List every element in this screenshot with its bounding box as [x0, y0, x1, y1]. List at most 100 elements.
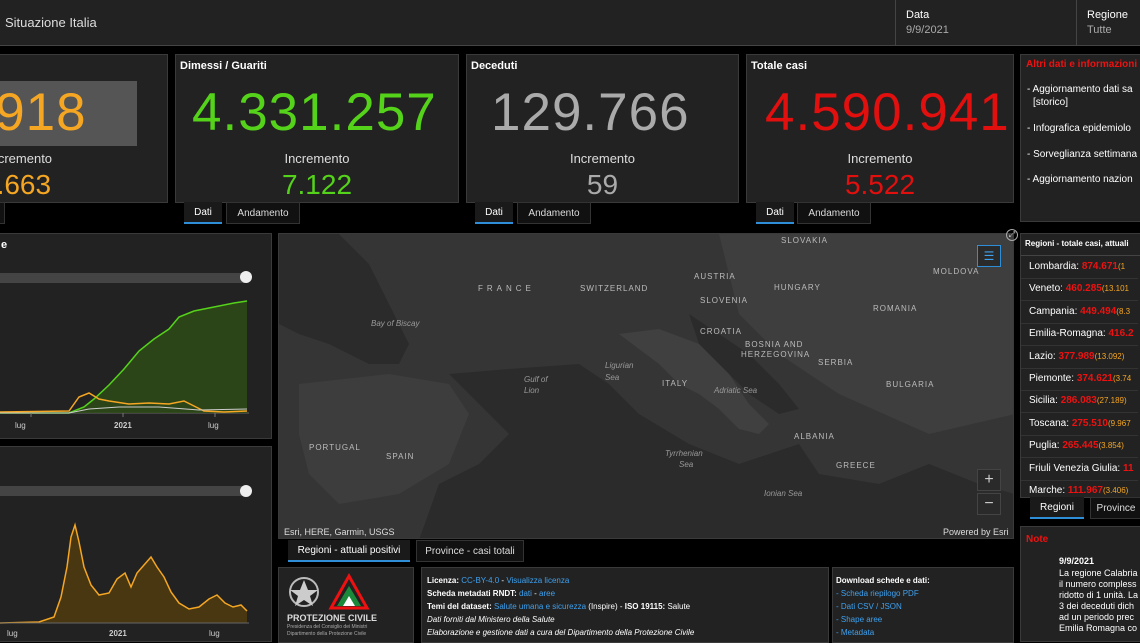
region-name: Lazio:	[1029, 350, 1056, 362]
region-name: Veneto:	[1029, 283, 1063, 295]
map-country-label: SWITZERLAND	[580, 284, 649, 293]
map-tab-province[interactable]: Province - casi totali	[416, 540, 524, 562]
note-date: 9/9/2021	[1059, 556, 1095, 566]
daily-chart	[0, 522, 249, 624]
region-row[interactable]: Piemonte: 374.621(3.74	[1021, 368, 1138, 391]
region-total: 416.2	[1108, 328, 1134, 340]
positivi-tab[interactable]	[0, 202, 5, 224]
totale-tab-dati[interactable]: Dati	[756, 202, 794, 224]
region-row[interactable]: Toscana: 275.510(9.967	[1021, 413, 1138, 436]
date-label: Data	[906, 9, 930, 21]
guariti-inc-value: 7.122	[281, 169, 353, 200]
region-row[interactable]: Campania: 449.494(8.3	[1021, 301, 1138, 324]
logo-sub-1: Presidenza del Consiglio dei Ministri	[287, 624, 368, 630]
download-pdf-link[interactable]: - Scheda riepilogo PDF	[836, 587, 919, 600]
map-country-label: FRANCE	[478, 284, 535, 293]
map-powered-by[interactable]: Powered by Esri	[943, 527, 1009, 537]
range-slider-handle[interactable]	[240, 485, 252, 497]
regions-tab-regioni[interactable]: Regioni	[1030, 497, 1084, 519]
regions-list-panel: Regioni - totale casi, attuali Lombardia…	[1020, 233, 1140, 498]
zoom-out-button[interactable]: −	[977, 493, 1001, 515]
download-shape-link[interactable]: - Shape aree	[836, 613, 882, 626]
region-row[interactable]: Emilia-Romagna: 416.2	[1021, 323, 1138, 347]
cc-license-link[interactable]: CC-BY-4.0	[461, 576, 499, 585]
card-guariti: Dimessi / Guariti 4.331.257 Incremento 7…	[175, 54, 459, 203]
deceduti-title: Deceduti	[471, 60, 518, 72]
altri-link-3[interactable]: - Sorveglianza settimana	[1027, 149, 1137, 160]
metadata-aree-link[interactable]: aree	[539, 589, 555, 598]
region-actual: (3.406)	[1102, 486, 1129, 495]
expand-icon[interactable]: ⤢	[1006, 229, 1018, 241]
license-panel: Licenza: CC-BY-4.0 - Visualizza licenza …	[421, 567, 829, 643]
regions-list-title: Regioni - totale casi, attuali	[1025, 239, 1129, 248]
altri-link-4[interactable]: - Aggiornamento nazion	[1027, 174, 1133, 185]
altri-link-2[interactable]: - Infografica epidemiolo	[1027, 123, 1131, 134]
region-total: 11	[1122, 462, 1134, 474]
card-positivi: 9.918 Incremento 1.663	[0, 54, 168, 203]
map-view[interactable]: SLOVAKIA MOLDOVA AUSTRIA HUNGARY FRANCE …	[278, 233, 1014, 539]
region-total: 874.671	[1081, 261, 1118, 272]
top-bar: Situazione Italia Data 9/9/2021 Regione …	[0, 0, 1140, 46]
region-total: 460.285	[1065, 283, 1102, 295]
map-country-label: HUNGARY	[774, 283, 821, 292]
regions-tab-province[interactable]: Province	[1090, 497, 1140, 519]
provider-line: Dati forniti dal Ministero della Salute	[427, 615, 555, 624]
region-row[interactable]: Friuli Venezia Giulia: 11	[1021, 458, 1138, 481]
date-value[interactable]: 9/9/2021	[906, 24, 949, 36]
guariti-tab-andamento[interactable]: Andamento	[226, 202, 300, 224]
positivi-inc-label: Incremento	[0, 151, 53, 166]
protezione-civile-logo-icon	[328, 572, 370, 610]
region-actual: (9.967	[1107, 418, 1131, 428]
metadata-dati-link[interactable]: dati	[519, 589, 532, 598]
logos-panel: PROTEZIONE CIVILE Presidenza del Consigl…	[278, 567, 414, 643]
region-row[interactable]: Sicilia: 286.083(27.189)	[1021, 390, 1138, 414]
license-line: Licenza: CC-BY-4.0 - Visualizza licenza	[427, 576, 570, 585]
x-tick-label: lug	[209, 629, 220, 638]
map-sea-label: Sea	[679, 460, 694, 469]
region-row[interactable]: Marche: 111.967(3.406)	[1021, 480, 1138, 497]
card-totale: Totale casi 4.590.941 Incremento 5.522	[746, 54, 1014, 203]
guariti-value: 4.331.257	[192, 83, 437, 142]
range-slider-handle[interactable]	[240, 271, 252, 283]
divider	[1076, 0, 1077, 46]
deceduti-tab-dati[interactable]: Dati	[475, 202, 513, 224]
guariti-title: Dimessi / Guariti	[180, 60, 267, 72]
region-row[interactable]: Lazio: 377.989(13.092)	[1021, 346, 1138, 369]
legend-list-icon[interactable]: ☰	[977, 245, 1001, 267]
range-slider-track[interactable]	[0, 273, 247, 283]
divider	[895, 0, 896, 46]
altri-link-1b[interactable]: [storico]	[1033, 97, 1068, 108]
guariti-tab-dati[interactable]: Dati	[184, 202, 222, 224]
totale-tab-andamento[interactable]: Andamento	[797, 202, 871, 224]
view-license-link[interactable]: Visualizza licenza	[506, 576, 569, 585]
altri-link-1[interactable]: - Aggiornamento dati sa	[1027, 84, 1133, 95]
x-tick-label: 2021	[114, 421, 132, 430]
download-metadata-link[interactable]: - Metadata	[836, 626, 874, 639]
metadata-line: Scheda metadati RNDT: dati - aree	[427, 589, 556, 598]
zoom-in-button[interactable]: +	[977, 469, 1001, 491]
x-tick-label: lug	[7, 629, 18, 638]
region-row[interactable]: Puglia: 265.445(3.854)	[1021, 435, 1138, 459]
region-name: Sicilia:	[1029, 395, 1058, 407]
region-row[interactable]: Veneto: 460.285(13.101	[1021, 278, 1138, 302]
download-csv-link[interactable]: - Dati CSV / JSON	[836, 600, 902, 613]
region-name: Lombardia:	[1029, 261, 1080, 272]
map-tab-regioni[interactable]: Regioni - attuali positivi	[288, 540, 410, 562]
region-value[interactable]: Tutte	[1087, 24, 1112, 36]
trend-chart	[0, 300, 249, 417]
map-sea-label: Sea	[605, 373, 620, 382]
themes-link[interactable]: Salute umana e sicurezza	[494, 602, 586, 611]
map-attribution: Esri, HERE, Garmin, USGS	[284, 527, 395, 537]
region-actual: (3.854)	[1098, 441, 1124, 451]
totale-inc-value: 5.522	[844, 169, 916, 200]
range-slider-track[interactable]	[0, 486, 247, 496]
deceduti-inc-value: 59	[586, 169, 619, 200]
region-row[interactable]: Lombardia: 874.671(1	[1021, 256, 1138, 279]
altri-dati-panel: Altri dati e informazioni - Aggiornament…	[1020, 54, 1140, 222]
region-total: 449.494	[1080, 305, 1117, 317]
deceduti-tab-andamento[interactable]: Andamento	[517, 202, 591, 224]
region-actual: (8.3	[1116, 306, 1131, 316]
region-name: Piemonte:	[1029, 373, 1075, 384]
region-actual: (3.74	[1112, 374, 1132, 383]
map-country-label: PORTUGAL	[309, 443, 361, 452]
